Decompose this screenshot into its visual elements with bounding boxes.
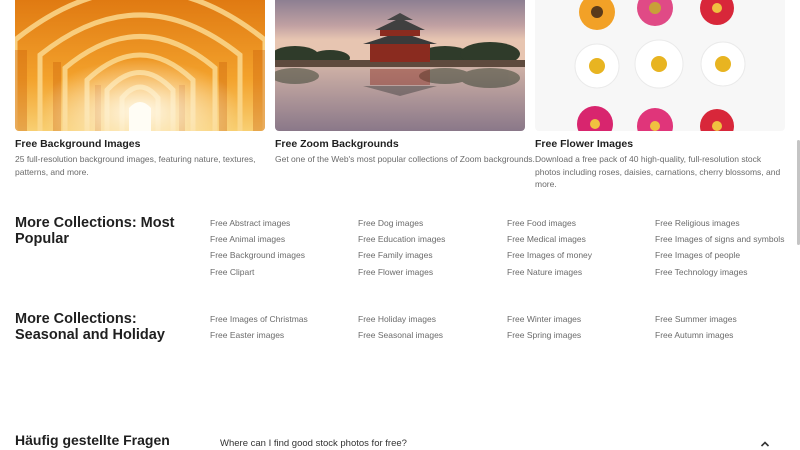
collection-link[interactable]: Free Clipart [210, 264, 305, 280]
arched-corridor-photo[interactable] [15, 0, 265, 131]
link-column: Free Winter images Free Spring images [507, 311, 581, 343]
collection-link[interactable]: Free Background images [210, 247, 305, 263]
collection-link[interactable]: Free Medical images [507, 231, 592, 247]
chevron-up-icon[interactable] [759, 437, 771, 449]
collection-link[interactable]: Free Education images [358, 231, 445, 247]
section-title: More Collections: Seasonal and Holiday [15, 311, 165, 343]
section-title: More Collections: Most Popular [15, 215, 175, 247]
faq-title: Häufig gestellte Fragen [15, 432, 170, 448]
card-title[interactable]: Free Zoom Backgrounds [275, 138, 525, 151]
collection-link[interactable]: Free Animal images [210, 231, 305, 247]
card-description: Get one of the Web's most popular collec… [275, 154, 535, 164]
card-description: Download a free pack of 40 high-quality,… [535, 154, 781, 189]
collection-link[interactable]: Free Nature images [507, 264, 592, 280]
faq-item[interactable]: Where can I find good stock photos for f… [210, 433, 775, 450]
collection-link[interactable]: Free Flower images [358, 264, 445, 280]
link-column: Free Holiday images Free Seasonal images [358, 311, 443, 343]
collection-link[interactable]: Free Spring images [507, 327, 581, 343]
link-column: Free Food images Free Medical images Fre… [507, 215, 592, 280]
faq-question[interactable]: Where can I find good stock photos for f… [220, 438, 407, 449]
collection-card-flowers[interactable]: Free Flower Images Download a free pack … [535, 0, 785, 191]
link-column: Free Dog images Free Education images Fr… [358, 215, 445, 280]
collection-card-zoom[interactable]: Free Zoom Backgrounds Get one of the Web… [275, 0, 535, 166]
link-column: Free Abstract images Free Animal images … [210, 215, 305, 280]
collection-link[interactable]: Free Technology images [655, 264, 784, 280]
collection-link[interactable]: Free Images of money [507, 247, 592, 263]
card-description: 25 full-resolution background images, fe… [15, 154, 256, 177]
forbidden-city-photo[interactable] [275, 0, 525, 131]
card-title[interactable]: Free Background Images [15, 138, 265, 151]
collection-link[interactable]: Free Dog images [358, 215, 445, 231]
collection-link[interactable]: Free Images of Christmas [210, 311, 308, 327]
collection-link[interactable]: Free Holiday images [358, 311, 443, 327]
link-column: Free Summer images Free Autumn images [655, 311, 737, 343]
flowers-photo[interactable] [535, 0, 785, 131]
link-column: Free Religious images Free Images of sig… [655, 215, 784, 280]
collection-link[interactable]: Free Images of signs and symbols [655, 231, 784, 247]
collection-link[interactable]: Free Winter images [507, 311, 581, 327]
collection-link[interactable]: Free Food images [507, 215, 592, 231]
collection-link[interactable]: Free Abstract images [210, 215, 305, 231]
collection-link[interactable]: Free Images of people [655, 247, 784, 263]
link-column: Free Images of Christmas Free Easter ima… [210, 311, 308, 343]
collection-link[interactable]: Free Religious images [655, 215, 784, 231]
collection-link[interactable]: Free Summer images [655, 311, 737, 327]
collection-link[interactable]: Free Autumn images [655, 327, 737, 343]
collection-link[interactable]: Free Family images [358, 247, 445, 263]
card-title[interactable]: Free Flower Images [535, 138, 785, 151]
collection-card-background[interactable]: Free Background Images 25 full-resolutio… [15, 0, 265, 178]
collection-link[interactable]: Free Seasonal images [358, 327, 443, 343]
collection-link[interactable]: Free Easter images [210, 327, 308, 343]
featured-collections: Free Background Images 25 full-resolutio… [15, 0, 785, 189]
